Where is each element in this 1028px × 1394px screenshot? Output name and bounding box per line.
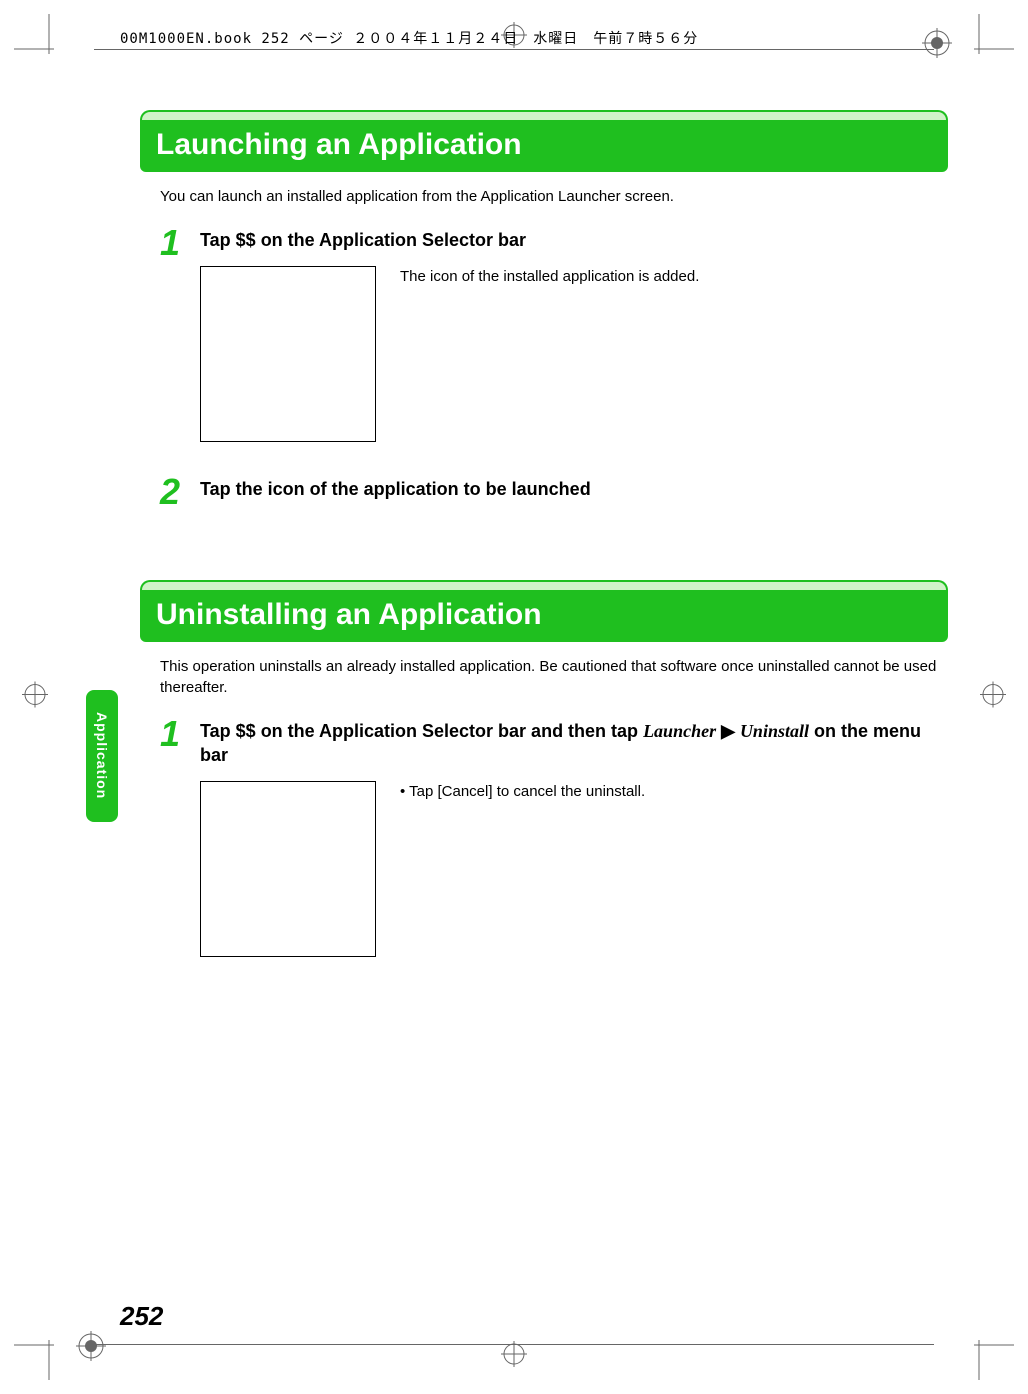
step-1-uninstall: 1 Tap $$ on the Application Selector bar… [160, 716, 948, 957]
section-heading-launching: Launching an Application [140, 110, 948, 172]
screenshot-placeholder [200, 781, 376, 957]
running-head: 00M1000EN.book 252 ページ ２００４年１１月２４日 水曜日 午… [120, 28, 698, 48]
step-title: Tap $$ on the Application Selector bar [200, 229, 948, 252]
heading-title: Launching an Application [156, 128, 932, 162]
crop-mark-bl [14, 1320, 74, 1380]
step-title: Tap $$ on the Application Selector bar a… [200, 720, 948, 767]
trim-line-bottom [94, 1344, 934, 1345]
target-mark-top-right [922, 28, 952, 63]
registration-mark-bottom [501, 1341, 527, 1372]
crop-mark-tl [14, 14, 74, 74]
section-intro: This operation uninstalls an already ins… [160, 656, 948, 698]
screenshot-placeholder [200, 266, 376, 442]
crop-mark-tr [954, 14, 1014, 74]
target-mark-bottom-left [76, 1331, 106, 1366]
trim-line-top [94, 49, 934, 50]
step-number: 1 [160, 225, 200, 261]
step-title: Tap the icon of the application to be la… [200, 478, 948, 501]
section-heading-uninstalling: Uninstalling an Application [140, 580, 948, 642]
section-side-tab: Application [86, 690, 118, 822]
side-tab-label: Application [94, 712, 110, 799]
step-number: 2 [160, 474, 200, 510]
registration-mark-left [22, 682, 48, 713]
step-2: 2 Tap the icon of the application to be … [160, 474, 948, 510]
step-note: The icon of the installed application is… [400, 266, 699, 442]
step-bullet-note: • Tap [Cancel] to cancel the uninstall. [400, 781, 645, 957]
section-intro: You can launch an installed application … [160, 186, 948, 207]
heading-title: Uninstalling an Application [156, 598, 932, 632]
step-number: 1 [160, 716, 200, 752]
crop-mark-br [954, 1320, 1014, 1380]
page-number: 252 [120, 1301, 163, 1332]
registration-mark-right [980, 682, 1006, 713]
step-1: 1 Tap $$ on the Application Selector bar… [160, 225, 948, 442]
